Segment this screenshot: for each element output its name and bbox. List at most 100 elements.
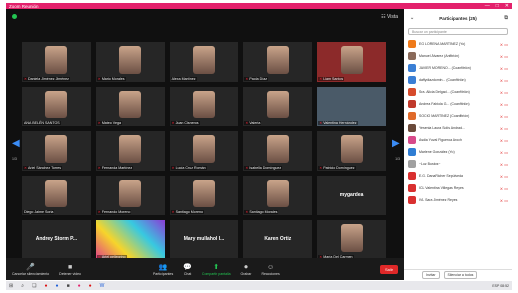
file-explorer-icon[interactable]: ■ (67, 283, 70, 289)
avatar (408, 160, 416, 168)
participant-video-tile[interactable]: ✕Isabella Domínguez (243, 131, 313, 171)
participant-video-tile[interactable]: ✕Patricio Domínguez (317, 131, 386, 171)
os-taskbar: ⊞ ⌕ ❏ ● ● ■ ● ● W ESP 08:52 (6, 281, 512, 290)
participant-name-text: Santiago Moreno (175, 210, 203, 215)
toolbar-button-label: Detener video (59, 271, 81, 276)
video-camera-button[interactable]: ■ Detener video (59, 263, 81, 276)
participant-video-tile[interactable]: ✕Mateo Vega (95, 86, 165, 127)
participant-list-item[interactable]: ICL Valentina Villegas Reyes ⨯ ▭ (404, 182, 512, 194)
participant-name-label: ✕Santiago Moreno (170, 210, 204, 215)
participant-name-label: ✕Santiago Morales (244, 210, 279, 215)
participant-video-tile[interactable]: ✕Ariel pellegrino (95, 220, 165, 260)
participant-video-tile[interactable]: ✕Ariel Sánchez Torres (22, 131, 91, 171)
participant-video-tile[interactable]: ✕Fernando Moreno (95, 175, 165, 216)
muted-mic-icon: ✕ (97, 76, 101, 81)
participant-video-tile[interactable]: ✕Mario Morales (95, 42, 165, 82)
participant-list-name: Andrea Fabiola G... (Coanfitrión) (419, 102, 470, 106)
participant-list-item[interactable]: Andrea Fabiola G... (Coanfitrión) ⨯ ▭ (404, 98, 512, 110)
avatar (408, 196, 416, 204)
participant-video-tile[interactable]: ✕Santiago Morales (243, 175, 313, 216)
avatar (408, 100, 416, 108)
participant-name-text: Patricio Domínguez (323, 165, 355, 170)
previous-page-arrow-icon[interactable]: ◀ (12, 137, 20, 151)
mute-all-button[interactable]: Silenciar a todos (443, 271, 478, 279)
microphone-button[interactable]: 🎤 Cancelar silenciamiento (12, 263, 49, 276)
participant-video-feed (119, 179, 142, 208)
participant-list-item[interactable]: Asdia Yuval Figueroa Aroch ⨯ ▭ (404, 134, 512, 146)
video-camera-icon: ■ (67, 263, 73, 271)
participant-list-item[interactable]: Yesenia Laura Solís Andrad... ⨯ ▭ (404, 122, 512, 134)
participant-list-item[interactable]: ~Luz Bustos~ ⨯ ▭ (404, 158, 512, 170)
participant-list-item[interactable]: Marlene González (Yo) ⨯ ▭ (404, 146, 512, 158)
participant-video-tile[interactable]: ✕Santiago Moreno (169, 175, 239, 216)
participant-search-input[interactable]: Buscar un participante (408, 28, 508, 35)
task-view-icon[interactable]: ❏ (32, 283, 36, 289)
participant-list-item[interactable]: E.G. DanaRicher Sepúlveda ⨯ ▭ (404, 170, 512, 182)
participant-video-tile[interactable]: ✕Valentina Hernández (317, 86, 386, 127)
participant-video-tile[interactable]: mygardea (317, 175, 386, 216)
participant-list-item[interactable]: Manuel Álvarez (Anfitrión) ⨯ ▭ (404, 50, 512, 62)
participant-name-text: Valeria (249, 121, 261, 126)
view-toggle-button[interactable]: ☷ Vista (381, 14, 398, 20)
participant-video-feed (266, 179, 289, 208)
participant-list-item[interactable]: Sra. Alicia Delgad... (Coanfitrión) ⨯ ▭ (404, 86, 512, 98)
participant-video-tile[interactable]: ✕María Del Carmen (317, 220, 386, 260)
microphone-icon: 🎤 (26, 263, 35, 271)
participant-video-feed (119, 135, 142, 163)
end-meeting-button[interactable]: Salir (379, 264, 398, 274)
participant-list-name: JAVIER MORENO... (Coanfitrión) (419, 66, 471, 70)
reactions-button[interactable]: ☺ Reacciones (261, 263, 279, 276)
search-icon[interactable]: ⌕ (21, 283, 24, 289)
participants-panel-footer: Invitar Silenciar a todos (404, 269, 512, 280)
chrome-icon[interactable]: ● (45, 283, 48, 289)
participant-video-tile[interactable]: Andrey Storm P... (22, 220, 91, 260)
participant-status-icons: ⨯ ▭ (500, 114, 508, 119)
system-tray: ESP 08:52 (492, 283, 509, 288)
participant-list-name: E.G. DanaRicher Sepúlveda (419, 174, 463, 178)
toolbar-left-group: 🎤 Cancelar silenciamiento ■ Detener video (12, 263, 91, 276)
participant-video-tile[interactable]: ✕Valeria (243, 86, 313, 127)
participant-video-tile[interactable]: Karen Ortiz (243, 220, 313, 260)
participant-video-tile[interactable]: Alexa Martínez (169, 42, 239, 82)
record-button[interactable]: ⏺ Grabar (241, 263, 252, 276)
security-shield-icon[interactable] (12, 14, 17, 19)
participant-name-label: ✕Mateo Vega (96, 121, 122, 126)
start-icon[interactable]: ⊞ (9, 283, 13, 289)
video-off-icon: ▭ (504, 125, 508, 131)
participant-name-text: ANA BELÉN SANTOS (24, 121, 60, 126)
participants-button[interactable]: 👥 Participantes (153, 263, 173, 276)
participant-video-tile[interactable]: ✕Lucía Cruz Román (169, 131, 239, 171)
word-icon[interactable]: W (100, 283, 105, 289)
invite-button[interactable]: Invitar (422, 271, 440, 279)
participant-video-tile[interactable]: ✕Juan Cisneros (169, 86, 239, 127)
page-indicator-right: 1/3 (395, 157, 400, 161)
participant-status-icons: ⨯ ▭ (500, 42, 508, 47)
participant-name-label: ✕Patricio Domínguez (318, 165, 356, 170)
participant-list-item[interactable]: SOCIO MARTÍNEZ (Coanfitrión) ⨯ ▭ (404, 110, 512, 122)
participant-video-feed (340, 45, 363, 74)
taskbar-apps: ⊞ ⌕ ❏ ● ● ■ ● ● W (9, 283, 104, 289)
participant-name-text: Liam Santos (323, 76, 344, 81)
participant-video-tile[interactable]: ANA BELÉN SANTOS (22, 86, 91, 127)
participant-list-item[interactable]: daffydiazdomin... (Coanfitrión) ⨯ ▭ (404, 74, 512, 86)
avatar (408, 64, 416, 72)
share-screen-button[interactable]: ⬆ Compartir pantalla (202, 263, 231, 276)
participant-name-text: Mario Morales (101, 76, 125, 81)
edge-icon[interactable]: ● (56, 283, 59, 289)
participant-list-item[interactable]: EG LORENA MARTÍNEZ (Yo) ⨯ ▭ (404, 38, 512, 50)
participant-video-tile[interactable]: ✕Paola Díaz (243, 42, 313, 82)
zoom-app-icon[interactable]: ● (78, 283, 81, 289)
participant-video-tile[interactable]: Diego Jaime Soria (22, 175, 91, 216)
office-icon[interactable]: ● (89, 283, 92, 289)
collapse-chevron-icon[interactable]: ⌄ (410, 15, 414, 21)
participant-video-tile[interactable]: Mary mullahol I... (169, 220, 239, 260)
participant-name-label: ✕Isabella Domínguez (244, 165, 283, 170)
pop-out-icon[interactable]: ⧉ (504, 15, 508, 21)
participant-video-tile[interactable]: ✕Liam Santos (317, 42, 386, 82)
participant-video-tile[interactable]: ✕Daniela Jiménez Jiménez (22, 42, 91, 82)
participant-list-item[interactable]: JAVIER MORENO... (Coanfitrión) ⨯ ▭ (404, 62, 512, 74)
next-page-arrow-icon[interactable]: ▶ (392, 137, 400, 151)
participant-list-item[interactable]: IVL Sara Jiménez Reyes ⨯ ▭ (404, 194, 512, 206)
chat-button[interactable]: 💬 Chat (183, 263, 192, 276)
participant-video-tile[interactable]: ✕Fernanda Martínez (95, 131, 165, 171)
